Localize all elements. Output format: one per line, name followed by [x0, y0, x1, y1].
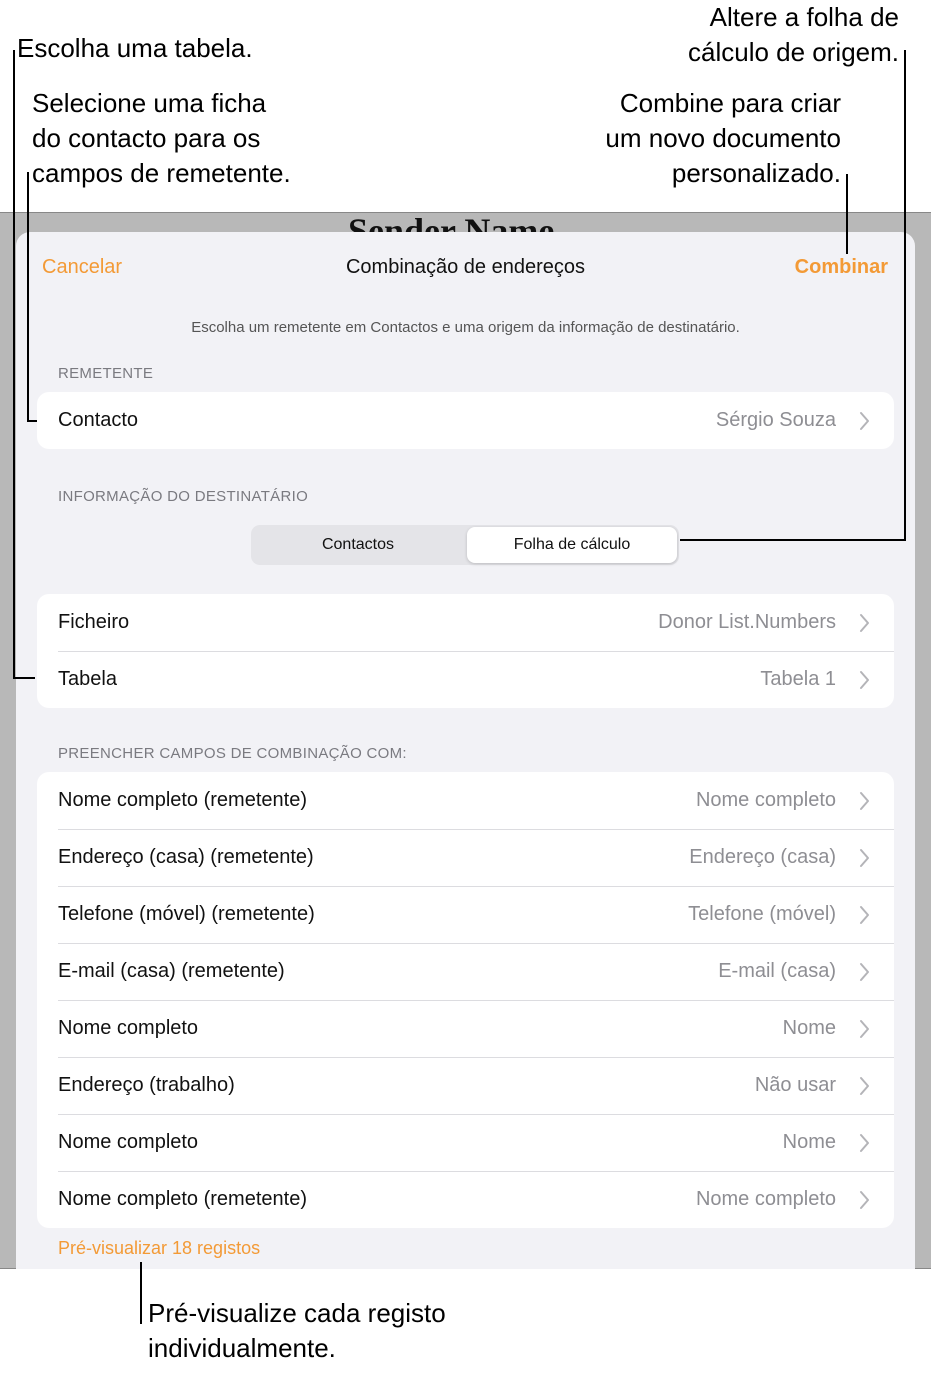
chevron-right-icon	[860, 963, 869, 981]
row-value: Telefone (móvel)	[688, 903, 836, 925]
row-value: Nome completo	[695, 789, 836, 811]
row-label: E-mail (casa) (remetente)	[58, 960, 285, 982]
merge-field-row[interactable]: Telefone (móvel) (remetente) Telefone (m…	[37, 886, 894, 943]
callout-line	[27, 420, 37, 422]
chevron-right-icon	[860, 1020, 869, 1038]
merge-field-row[interactable]: E-mail (casa) (remetente) E-mail (casa)	[37, 943, 894, 1000]
row-label: Endereço (casa) (remetente)	[58, 846, 314, 868]
chevron-right-icon	[860, 1134, 869, 1152]
row-value: Endereço (casa)	[689, 846, 836, 868]
row-label: Nome completo (remetente)	[58, 789, 307, 811]
sheet-title: Combinação de endereços	[345, 256, 586, 278]
merge-field-row[interactable]: Endereço (casa) (remetente) Endereço (ca…	[37, 829, 894, 886]
merge-field-row[interactable]: Nome completo Nome	[37, 1000, 894, 1057]
preview-records-link[interactable]: Pré-visualizar 18 registos	[58, 1238, 260, 1259]
chevron-right-icon	[860, 1077, 869, 1095]
row-value: Sérgio Souza	[715, 409, 836, 431]
callout-combine-document: Combine para criar um novo documento per…	[605, 88, 841, 188]
chevron-right-icon	[860, 671, 869, 689]
merge-field-row[interactable]: Nome completo Nome	[37, 1114, 894, 1171]
chevron-right-icon	[860, 906, 869, 924]
chevron-right-icon	[860, 849, 869, 867]
merge-field-row[interactable]: Nome completo (remetente) Nome completo	[37, 1171, 894, 1228]
sender-section-header: REMETENTE	[58, 365, 154, 382]
chevron-right-icon	[860, 792, 869, 810]
row-label: Nome completo	[58, 1131, 199, 1153]
row-value: Donor List.Numbers	[658, 611, 836, 633]
row-value: Nome	[782, 1131, 836, 1153]
merge-fields-section-header: PREENCHER CAMPOS DE COMBINAÇÃO COM:	[58, 745, 407, 762]
row-label: Contacto	[58, 409, 139, 431]
file-row[interactable]: Ficheiro Donor List.Numbers	[37, 594, 894, 651]
callout-line	[680, 539, 906, 541]
row-value: Tabela 1	[760, 668, 836, 690]
row-value: E-mail (casa)	[718, 960, 836, 982]
table-row[interactable]: Tabela Tabela 1	[37, 651, 894, 708]
chevron-right-icon	[860, 412, 869, 430]
recipient-source-segmented-control: Contactos Folha de cálculo	[251, 525, 679, 565]
merge-field-row[interactable]: Endereço (trabalho) Não usar	[37, 1057, 894, 1114]
combine-button[interactable]: Combinar	[795, 256, 888, 279]
callout-choose-table: Escolha uma tabela.	[17, 33, 253, 63]
row-label: Ficheiro	[58, 611, 130, 633]
row-label: Nome completo	[58, 1017, 199, 1039]
callout-change-source: Altere a folha de cálculo de origem.	[688, 2, 899, 67]
merge-field-row[interactable]: Nome completo (remetente) Nome completo	[37, 772, 894, 829]
sender-group: Contacto Sérgio Souza	[37, 392, 894, 449]
mail-merge-sheet: Cancelar Combinação de endereços Combina…	[16, 232, 915, 1269]
recipient-group: Ficheiro Donor List.Numbers Tabela Tabel…	[37, 594, 894, 708]
segment-contacts[interactable]: Contactos	[253, 527, 463, 563]
callout-line	[140, 1262, 142, 1324]
merge-fields-group: Nome completo (remetente) Nome completo …	[37, 772, 894, 1228]
row-value: Nome completo	[695, 1188, 836, 1210]
row-label: Nome completo (remetente)	[58, 1188, 307, 1210]
chevron-right-icon	[860, 1191, 869, 1209]
background-document-title: Sender Name	[348, 211, 555, 232]
callout-line	[13, 50, 15, 679]
row-label: Tabela	[58, 668, 117, 690]
sheet-subtitle: Escolha um remetente em Contactos e uma …	[191, 319, 740, 336]
callout-select-contact: Selecione uma ficha do contacto para os …	[32, 88, 291, 188]
contact-row[interactable]: Contacto Sérgio Souza	[37, 392, 894, 449]
callout-line	[846, 174, 848, 254]
chevron-right-icon	[860, 614, 869, 632]
recipient-section-header: INFORMAÇÃO DO DESTINATÁRIO	[58, 488, 309, 505]
row-label: Endereço (trabalho)	[58, 1074, 235, 1096]
row-label: Telefone (móvel) (remetente)	[58, 903, 315, 925]
row-value: Não usar	[754, 1074, 836, 1096]
nav-bar: Cancelar Combinação de endereços Combina…	[16, 232, 915, 302]
callout-line	[13, 677, 35, 679]
callout-line	[904, 50, 906, 541]
segment-spreadsheet[interactable]: Folha de cálculo	[467, 527, 677, 563]
row-value: Nome	[782, 1017, 836, 1039]
callout-line	[27, 172, 29, 422]
callout-preview-each: Pré-visualize cada registo individualmen…	[148, 1298, 446, 1363]
